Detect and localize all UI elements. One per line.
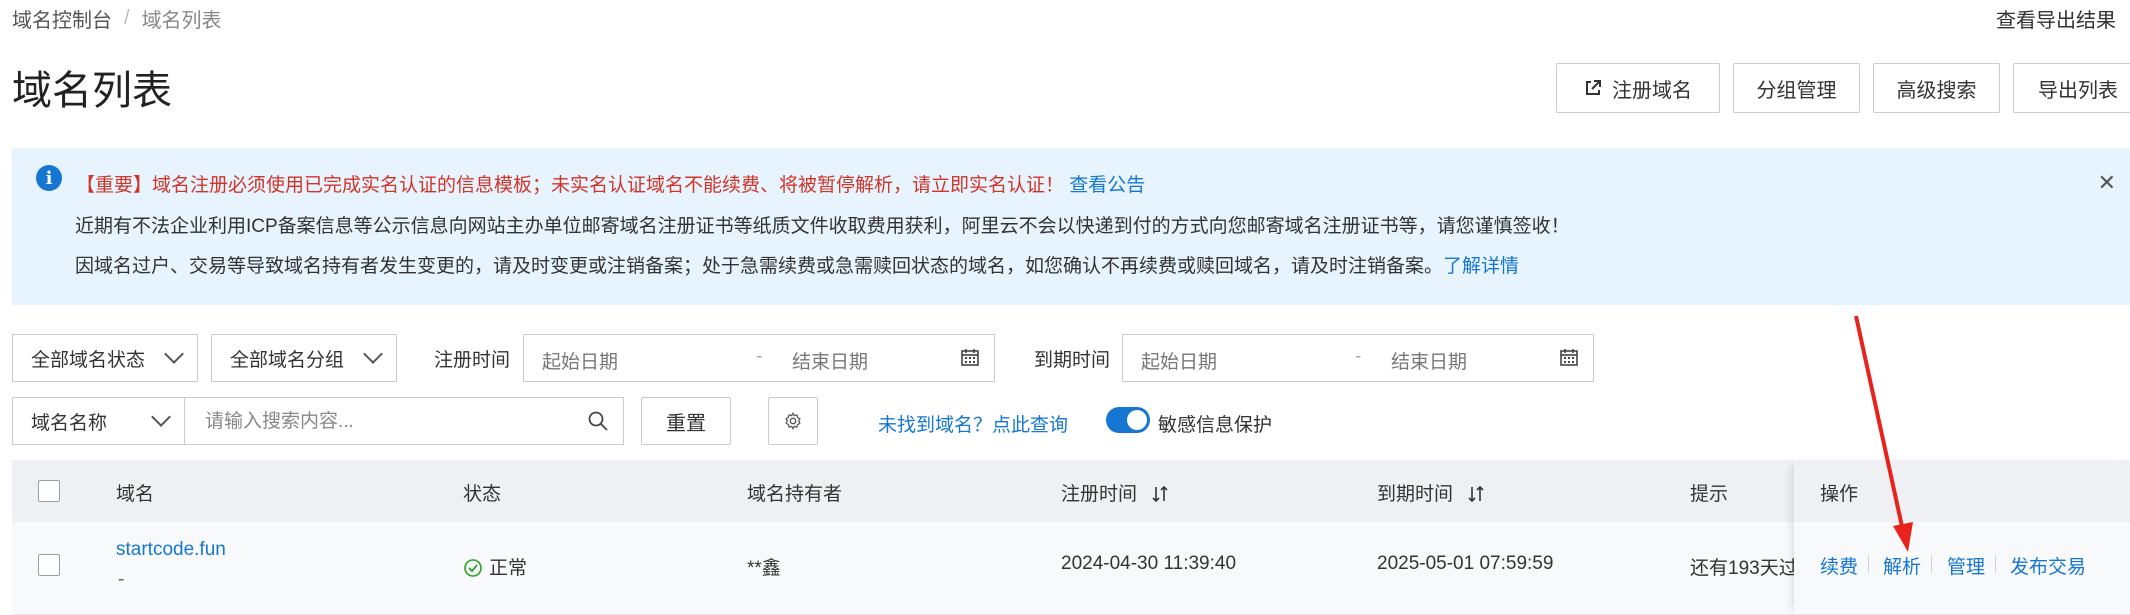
operations-header: 操作 xyxy=(1794,460,2130,522)
publish-trade-link[interactable]: 发布交易 xyxy=(2010,552,2086,579)
notice-banner: i 【重要】域名注册必须使用已完成实名认证的信息模板；未实名认证域名不能续费、将… xyxy=(12,148,2130,305)
search-box xyxy=(184,397,624,445)
operations-cell: 续费 解析 管理 发布交易 xyxy=(1794,522,2130,614)
view-announcement-link[interactable]: 查看公告 xyxy=(1069,175,1145,196)
external-link-icon xyxy=(1586,80,1601,95)
status-cell: 正常 xyxy=(463,553,527,580)
notice-line-icp: 因域名过户、交易等导致域名持有者发生变更的，请及时变更或注销备案；处于急需续费或… xyxy=(75,251,1519,278)
reg-time-label: 注册时间 xyxy=(434,350,511,371)
exp-start-date[interactable]: 起始日期 xyxy=(1141,347,1217,374)
col-reg-time[interactable]: 注册时间 xyxy=(1061,479,1170,506)
status-select[interactable]: 全部域名状态 xyxy=(12,334,198,382)
calendar-icon[interactable] xyxy=(960,347,980,367)
breadcrumb-root[interactable]: 域名控制台 xyxy=(12,4,112,33)
close-icon[interactable]: ✕ xyxy=(2098,170,2116,196)
group-manage-button[interactable]: 分组管理 xyxy=(1733,63,1860,113)
col-reg-time-label: 注册时间 xyxy=(1061,484,1138,505)
export-list-button[interactable]: 导出列表 xyxy=(2013,63,2130,113)
info-icon: i xyxy=(36,165,62,191)
status-text: 正常 xyxy=(489,558,528,579)
advanced-search-button[interactable]: 高级搜索 xyxy=(1873,63,2000,113)
reg-end-date[interactable]: 结束日期 xyxy=(792,347,868,374)
group-select[interactable]: 全部域名分组 xyxy=(211,334,397,382)
group-select-value: 全部域名分组 xyxy=(230,349,345,371)
status-select-value: 全部域名状态 xyxy=(31,349,146,371)
op-divider xyxy=(1868,555,1869,573)
tip-cell: 还有193天过 xyxy=(1690,558,1798,579)
learn-more-link[interactable]: 了解详情 xyxy=(1443,256,1519,277)
check-circle-icon xyxy=(464,559,482,577)
exp-date-range[interactable]: 起始日期 - 结束日期 xyxy=(1122,334,1594,382)
col-ops: 操作 xyxy=(1820,484,1859,505)
exp-end-date[interactable]: 结束日期 xyxy=(1391,347,1467,374)
search-field-value: 域名名称 xyxy=(31,412,108,434)
manage-link[interactable]: 管理 xyxy=(1947,552,1985,579)
col-domain: 域名 xyxy=(116,484,155,505)
col-holder: 域名持有者 xyxy=(747,484,843,505)
sort-icon[interactable] xyxy=(1150,484,1170,504)
chevron-down-icon xyxy=(151,407,171,427)
page-title: 域名列表 xyxy=(12,69,172,113)
col-exp-time-label: 到期时间 xyxy=(1377,484,1454,505)
reset-button[interactable]: 重置 xyxy=(641,397,731,445)
col-tip: 提示 xyxy=(1690,484,1729,505)
operations-column: 操作 续费 解析 管理 发布交易 xyxy=(1794,460,2130,614)
calendar-icon[interactable] xyxy=(1559,347,1579,367)
dns-resolve-link[interactable]: 解析 xyxy=(1883,552,1921,579)
op-divider xyxy=(1931,555,1932,573)
export-result-link[interactable]: 查看导出结果 xyxy=(1996,4,2116,33)
chevron-down-icon xyxy=(363,344,383,364)
breadcrumb: 域名控制台 / 域名列表 xyxy=(12,4,222,33)
notice-line-important: 【重要】域名注册必须使用已完成实名认证的信息模板；未实名认证域名不能续费、将被暂… xyxy=(76,170,1145,197)
search-input[interactable] xyxy=(203,410,567,434)
date-range-separator: - xyxy=(756,346,763,367)
domain-remark: - xyxy=(118,569,125,590)
notice-line-fraud: 近期有不法企业利用ICP备案信息等公示信息向网站主办单位邮寄域名注册证书等纸质文… xyxy=(75,216,1570,237)
date-range-separator: - xyxy=(1355,346,1362,367)
notice-icp-text: 因域名过户、交易等导致域名持有者发生变更的，请及时变更或注销备案；处于急需续费或… xyxy=(75,256,1444,277)
gear-icon xyxy=(785,412,801,430)
register-domain-label: 注册域名 xyxy=(1612,79,1692,102)
reg-start-date[interactable]: 起始日期 xyxy=(542,347,618,374)
exp-time-cell: 2025-05-01 07:59:59 xyxy=(1377,553,1554,574)
select-all-checkbox[interactable] xyxy=(38,480,60,502)
sort-icon[interactable] xyxy=(1466,484,1486,504)
search-icon[interactable] xyxy=(587,410,609,432)
col-status: 状态 xyxy=(463,484,502,505)
sensitive-protection-label: 敏感信息保护 xyxy=(1158,415,1273,436)
breadcrumb-current: 域名列表 xyxy=(141,10,222,32)
row-checkbox[interactable] xyxy=(38,554,60,576)
holder-cell: **鑫 xyxy=(747,558,781,579)
register-domain-button[interactable]: 注册域名 xyxy=(1556,63,1720,113)
domain-link[interactable]: startcode.fun xyxy=(116,539,226,561)
col-exp-time[interactable]: 到期时间 xyxy=(1377,479,1486,506)
notice-important-text: 【重要】域名注册必须使用已完成实名认证的信息模板；未实名认证域名不能续费、将被暂… xyxy=(76,175,1065,196)
not-found-query-link[interactable]: 未找到域名？点此查询 xyxy=(878,410,1068,437)
breadcrumb-separator: / xyxy=(124,7,130,29)
sensitive-protection-toggle[interactable] xyxy=(1106,407,1150,433)
chevron-down-icon xyxy=(164,344,184,364)
settings-button[interactable] xyxy=(768,397,818,445)
op-divider xyxy=(1995,555,1996,573)
exp-time-label: 到期时间 xyxy=(1034,350,1111,371)
search-field-select[interactable]: 域名名称 xyxy=(12,397,185,445)
renew-link[interactable]: 续费 xyxy=(1820,552,1858,579)
reg-date-range[interactable]: 起始日期 - 结束日期 xyxy=(523,334,995,382)
reg-time-cell: 2024-04-30 11:39:40 xyxy=(1061,553,1237,574)
